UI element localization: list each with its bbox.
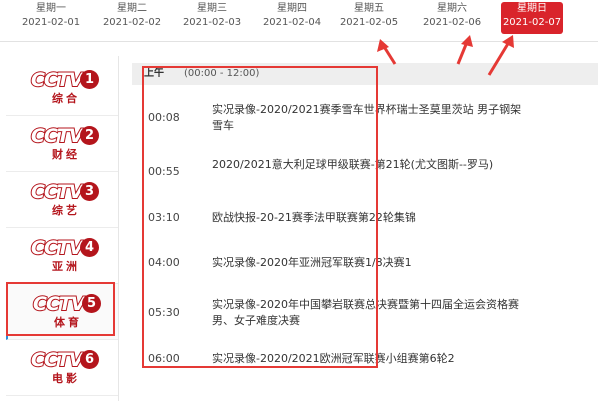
date-tab-date: 2021-02-02 [102, 17, 162, 28]
period-header: 上午 (00:00 - 12:00) [132, 63, 598, 85]
date-tab-weekday: 星期日 [517, 3, 547, 14]
program-title[interactable]: 实况录像-2020年亚洲冠军联赛1/8决赛1 [212, 255, 522, 271]
date-tab-date: 2021-02-01 [21, 17, 81, 28]
cctv1-logo: CCTV 1 综合 [30, 68, 101, 107]
period-range: (00:00 - 12:00) [184, 68, 260, 79]
program-title[interactable]: 欧战快报-20-21赛季法甲联赛第22轮集锦 [212, 210, 522, 226]
program-time: 00:08 [148, 111, 180, 124]
date-tab-fri[interactable]: 星期五 2021-02-05 [339, 2, 399, 34]
cctv6-logo: CCTV 6 电影 [30, 348, 101, 387]
channel-logo-text: CCTV [30, 348, 85, 372]
program-row[interactable]: 05:30 实况录像-2020年中国攀岩联赛总决赛暨第十四届全运会资格赛 男、女… [132, 297, 598, 333]
program-row[interactable]: 00:55 2020/2021意大利足球甲级联赛-第21轮(尤文图斯--罗马) [132, 157, 598, 193]
program-row[interactable]: 04:00 实况录像-2020年亚洲冠军联赛1/8决赛1 [132, 255, 598, 273]
program-title[interactable]: 实况录像-2020年中国攀岩联赛总决赛暨第十四届全运会资格赛 男、女子难度决赛 [212, 297, 522, 329]
program-row[interactable]: 03:10 欧战快报-20-21赛季法甲联赛第22轮集锦 [132, 210, 598, 228]
sidebar-divider [118, 56, 119, 401]
date-tab-weekday: 星期三 [197, 3, 227, 14]
arrow-to-fri [377, 39, 397, 65]
channel-item-cctv6[interactable]: CCTV 6 电影 [6, 340, 118, 396]
channel-sidebar: CCTV 1 综合 CCTV 2 财经 CCTV 3 综艺 CCTV 4 亚洲 … [6, 60, 118, 401]
date-tab-date: 2021-02-05 [339, 17, 399, 28]
date-tab-weekday: 星期五 [354, 3, 384, 14]
channel-logo-text: CCTV [32, 292, 87, 316]
date-tab-weekday: 星期二 [117, 3, 147, 14]
date-tab-tue[interactable]: 星期二 2021-02-02 [102, 2, 162, 34]
program-title[interactable]: 实况录像-2020/2021赛季雪车世界杯瑞士圣莫里茨站 男子钢架雪车 [212, 102, 522, 134]
channel-category: 亚洲 [52, 260, 80, 273]
period-name: 上午 [144, 68, 164, 79]
date-tab-date: 2021-02-07 [502, 17, 562, 28]
channel-category: 综合 [52, 92, 80, 105]
channel-number: 6 [80, 350, 99, 369]
program-row[interactable]: 00:08 实况录像-2020/2021赛季雪车世界杯瑞士圣莫里茨站 男子钢架雪… [132, 102, 598, 138]
date-tab-mon[interactable]: 星期一 2021-02-01 [21, 2, 81, 34]
program-time: 05:30 [148, 306, 180, 319]
date-tab-date: 2021-02-06 [422, 17, 482, 28]
cctv4-logo: CCTV 4 亚洲 [30, 236, 101, 275]
cctv5-logo: CCTV 5 体育 [32, 292, 103, 331]
channel-number: 1 [80, 70, 99, 89]
cctv3-logo: CCTV 3 综艺 [30, 180, 101, 219]
date-tab-weekday: 星期一 [36, 3, 66, 14]
channel-number: 4 [80, 238, 99, 257]
channel-category: 综艺 [52, 204, 80, 217]
date-tab-weekday: 星期四 [277, 3, 307, 14]
channel-item-cctv5[interactable]: CCTV 5 体育 [6, 284, 118, 340]
date-bar: 星期一 2021-02-01 星期二 2021-02-02 星期三 2021-0… [0, 0, 598, 42]
date-tab-weekday: 星期六 [437, 3, 467, 14]
date-tab-sat[interactable]: 星期六 2021-02-06 [422, 2, 482, 34]
channel-category: 电影 [52, 372, 80, 385]
channel-logo-text: CCTV [30, 180, 85, 204]
channel-logo-text: CCTV [30, 236, 85, 260]
channel-item-cctv2[interactable]: CCTV 2 财经 [6, 116, 118, 172]
channel-logo-text: CCTV [30, 124, 85, 148]
program-row[interactable]: 06:00 实况录像-2020/2021欧洲冠军联赛小组赛第6轮2 [132, 351, 598, 369]
program-title[interactable]: 实况录像-2020/2021欧洲冠军联赛小组赛第6轮2 [212, 351, 522, 367]
channel-item-cctv4[interactable]: CCTV 4 亚洲 [6, 228, 118, 284]
program-time: 06:00 [148, 352, 180, 365]
program-time: 04:00 [148, 256, 180, 269]
channel-number: 3 [80, 182, 99, 201]
program-time: 03:10 [148, 211, 180, 224]
channel-item-cctv1[interactable]: CCTV 1 综合 [6, 60, 118, 116]
program-time: 00:55 [148, 165, 180, 178]
channel-number: 2 [80, 126, 99, 145]
date-tab-sun[interactable]: 星期日 2021-02-07 [501, 2, 563, 34]
date-tab-thu[interactable]: 星期四 2021-02-04 [262, 2, 322, 34]
channel-number: 5 [82, 294, 101, 313]
channel-category: 财经 [52, 148, 80, 161]
cctv2-logo: CCTV 2 财经 [30, 124, 101, 163]
channel-category: 体育 [54, 316, 82, 329]
date-tab-date: 2021-02-03 [182, 17, 242, 28]
date-tab-wed[interactable]: 星期三 2021-02-03 [182, 2, 242, 34]
program-title[interactable]: 2020/2021意大利足球甲级联赛-第21轮(尤文图斯--罗马) [212, 157, 522, 173]
channel-logo-text: CCTV [30, 68, 85, 92]
date-tab-date: 2021-02-04 [262, 17, 322, 28]
channel-item-cctv3[interactable]: CCTV 3 综艺 [6, 172, 118, 228]
